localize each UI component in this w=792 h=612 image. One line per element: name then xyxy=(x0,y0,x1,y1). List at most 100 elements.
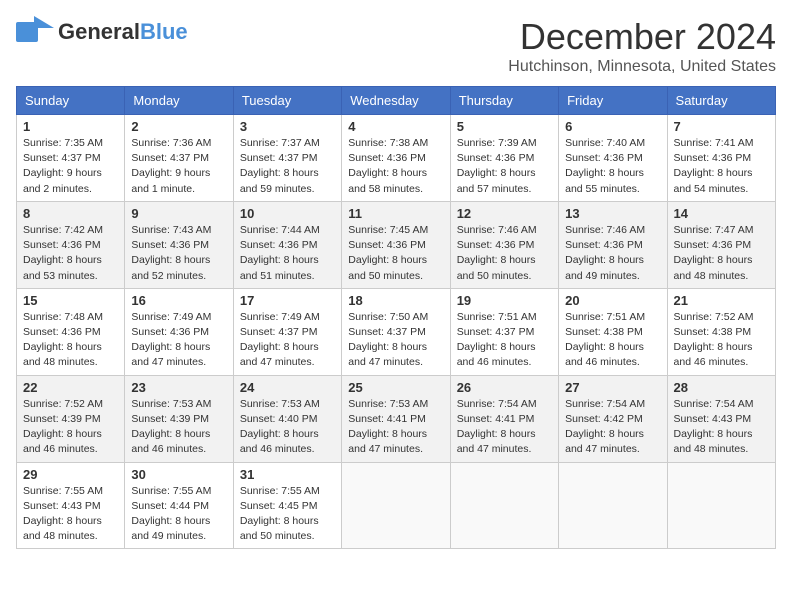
day-number: 15 xyxy=(23,293,118,308)
calendar-cell: 23Sunrise: 7:53 AMSunset: 4:39 PMDayligh… xyxy=(125,375,233,462)
calendar-cell: 14 Sunrise: 7:47 AMSunset: 4:36 PMDayligh… xyxy=(667,201,775,288)
calendar-cell: 5 Sunrise: 7:39 AMSunset: 4:36 PMDaylight… xyxy=(450,115,558,202)
calendar-cell: 10 Sunrise: 7:44 AMSunset: 4:36 PMDayligh… xyxy=(233,201,341,288)
cell-details: Sunrise: 7:54 AMSunset: 4:43 PMDaylight:… xyxy=(674,397,769,458)
calendar-cell xyxy=(342,462,450,549)
day-number: 12 xyxy=(457,206,552,221)
day-number: 16 xyxy=(131,293,226,308)
cell-details: Sunrise: 7:46 AMSunset: 4:36 PMDaylight:… xyxy=(565,223,660,284)
day-header-monday: Monday xyxy=(125,87,233,115)
logo-general: General xyxy=(58,19,140,44)
cell-details: Sunrise: 7:53 AMSunset: 4:40 PMDaylight:… xyxy=(240,397,335,458)
calendar-header-row: SundayMondayTuesdayWednesdayThursdayFrid… xyxy=(17,87,776,115)
calendar-cell: 12 Sunrise: 7:46 AMSunset: 4:36 PMDayligh… xyxy=(450,201,558,288)
cell-details: Sunrise: 7:36 AMSunset: 4:37 PMDaylight:… xyxy=(131,136,226,197)
cell-details: Sunrise: 7:51 AMSunset: 4:37 PMDaylight:… xyxy=(457,310,552,371)
calendar-cell: 6 Sunrise: 7:40 AMSunset: 4:36 PMDaylight… xyxy=(559,115,667,202)
calendar-cell: 29 Sunrise: 7:55 AMSunset: 4:43 PMDayligh… xyxy=(17,462,125,549)
day-header-saturday: Saturday xyxy=(667,87,775,115)
calendar-cell: 17Sunrise: 7:49 AMSunset: 4:37 PMDayligh… xyxy=(233,288,341,375)
day-number: 31 xyxy=(240,467,335,482)
day-number: 28 xyxy=(674,380,769,395)
location-title: Hutchinson, Minnesota, United States xyxy=(508,58,776,76)
day-number: 18 xyxy=(348,293,443,308)
cell-details: Sunrise: 7:53 AMSunset: 4:39 PMDaylight:… xyxy=(131,397,226,458)
day-number: 27 xyxy=(565,380,660,395)
cell-details: Sunrise: 7:44 AMSunset: 4:36 PMDaylight:… xyxy=(240,223,335,284)
cell-details: Sunrise: 7:49 AMSunset: 4:37 PMDaylight:… xyxy=(240,310,335,371)
calendar-cell: 26Sunrise: 7:54 AMSunset: 4:41 PMDayligh… xyxy=(450,375,558,462)
cell-details: Sunrise: 7:47 AMSunset: 4:36 PMDaylight:… xyxy=(674,223,769,284)
title-area: December 2024 Hutchinson, Minnesota, Uni… xyxy=(508,16,776,76)
calendar-week-row: 22Sunrise: 7:52 AMSunset: 4:39 PMDayligh… xyxy=(17,375,776,462)
calendar-cell: 19 Sunrise: 7:51 AMSunset: 4:37 PMDayligh… xyxy=(450,288,558,375)
day-header-thursday: Thursday xyxy=(450,87,558,115)
cell-details: Sunrise: 7:55 AMSunset: 4:44 PMDaylight:… xyxy=(131,484,226,545)
calendar-cell xyxy=(667,462,775,549)
calendar-week-row: 1Sunrise: 7:35 AMSunset: 4:37 PMDaylight… xyxy=(17,115,776,202)
cell-details: Sunrise: 7:52 AMSunset: 4:39 PMDaylight:… xyxy=(23,397,118,458)
calendar-week-row: 15 Sunrise: 7:48 AMSunset: 4:36 PMDayligh… xyxy=(17,288,776,375)
cell-details: Sunrise: 7:39 AMSunset: 4:36 PMDaylight:… xyxy=(457,136,552,197)
day-header-wednesday: Wednesday xyxy=(342,87,450,115)
day-number: 3 xyxy=(240,119,335,134)
cell-details: Sunrise: 7:40 AMSunset: 4:36 PMDaylight:… xyxy=(565,136,660,197)
day-number: 25 xyxy=(348,380,443,395)
day-number: 24 xyxy=(240,380,335,395)
day-number: 6 xyxy=(565,119,660,134)
cell-details: Sunrise: 7:55 AMSunset: 4:43 PMDaylight:… xyxy=(23,484,118,545)
calendar-cell: 2 Sunrise: 7:36 AMSunset: 4:37 PMDaylight… xyxy=(125,115,233,202)
calendar-cell: 15 Sunrise: 7:48 AMSunset: 4:36 PMDayligh… xyxy=(17,288,125,375)
calendar-cell: 31 Sunrise: 7:55 AMSunset: 4:45 PMDayligh… xyxy=(233,462,341,549)
cell-details: Sunrise: 7:48 AMSunset: 4:36 PMDaylight:… xyxy=(23,310,118,371)
calendar-cell: 11Sunrise: 7:45 AMSunset: 4:36 PMDayligh… xyxy=(342,201,450,288)
cell-details: Sunrise: 7:46 AMSunset: 4:36 PMDaylight:… xyxy=(457,223,552,284)
calendar-cell xyxy=(450,462,558,549)
calendar-cell: 30Sunrise: 7:55 AMSunset: 4:44 PMDayligh… xyxy=(125,462,233,549)
day-number: 2 xyxy=(131,119,226,134)
cell-details: Sunrise: 7:55 AMSunset: 4:45 PMDaylight:… xyxy=(240,484,335,545)
logo-icon xyxy=(16,16,54,48)
month-title: December 2024 xyxy=(508,16,776,58)
cell-details: Sunrise: 7:54 AMSunset: 4:42 PMDaylight:… xyxy=(565,397,660,458)
day-number: 13 xyxy=(565,206,660,221)
day-header-tuesday: Tuesday xyxy=(233,87,341,115)
calendar-cell: 20 Sunrise: 7:51 AMSunset: 4:38 PMDayligh… xyxy=(559,288,667,375)
cell-details: Sunrise: 7:50 AMSunset: 4:37 PMDaylight:… xyxy=(348,310,443,371)
logo-blue: Blue xyxy=(140,19,188,44)
day-number: 7 xyxy=(674,119,769,134)
cell-details: Sunrise: 7:53 AMSunset: 4:41 PMDaylight:… xyxy=(348,397,443,458)
day-header-sunday: Sunday xyxy=(17,87,125,115)
cell-details: Sunrise: 7:51 AMSunset: 4:38 PMDaylight:… xyxy=(565,310,660,371)
day-number: 29 xyxy=(23,467,118,482)
day-header-friday: Friday xyxy=(559,87,667,115)
calendar-cell: 28 Sunrise: 7:54 AMSunset: 4:43 PMDayligh… xyxy=(667,375,775,462)
calendar-cell: 13 Sunrise: 7:46 AMSunset: 4:36 PMDayligh… xyxy=(559,201,667,288)
calendar-cell: 22Sunrise: 7:52 AMSunset: 4:39 PMDayligh… xyxy=(17,375,125,462)
calendar-cell: 25 Sunrise: 7:53 AMSunset: 4:41 PMDayligh… xyxy=(342,375,450,462)
calendar-week-row: 29 Sunrise: 7:55 AMSunset: 4:43 PMDayligh… xyxy=(17,462,776,549)
day-number: 10 xyxy=(240,206,335,221)
day-number: 20 xyxy=(565,293,660,308)
day-number: 14 xyxy=(674,206,769,221)
day-number: 8 xyxy=(23,206,118,221)
day-number: 5 xyxy=(457,119,552,134)
calendar-cell: 18 Sunrise: 7:50 AMSunset: 4:37 PMDayligh… xyxy=(342,288,450,375)
calendar-cell: 8Sunrise: 7:42 AMSunset: 4:36 PMDaylight… xyxy=(17,201,125,288)
cell-details: Sunrise: 7:41 AMSunset: 4:36 PMDaylight:… xyxy=(674,136,769,197)
cell-details: Sunrise: 7:45 AMSunset: 4:36 PMDaylight:… xyxy=(348,223,443,284)
day-number: 21 xyxy=(674,293,769,308)
calendar-cell: 21Sunrise: 7:52 AMSunset: 4:38 PMDayligh… xyxy=(667,288,775,375)
calendar-cell xyxy=(559,462,667,549)
calendar-cell: 27 Sunrise: 7:54 AMSunset: 4:42 PMDayligh… xyxy=(559,375,667,462)
day-number: 1 xyxy=(23,119,118,134)
page-header: GeneralBlue December 2024 Hutchinson, Mi… xyxy=(16,16,776,76)
cell-details: Sunrise: 7:38 AMSunset: 4:36 PMDaylight:… xyxy=(348,136,443,197)
cell-details: Sunrise: 7:54 AMSunset: 4:41 PMDaylight:… xyxy=(457,397,552,458)
day-number: 19 xyxy=(457,293,552,308)
calendar-body: 1Sunrise: 7:35 AMSunset: 4:37 PMDaylight… xyxy=(17,115,776,549)
calendar-cell: 4Sunrise: 7:38 AMSunset: 4:36 PMDaylight… xyxy=(342,115,450,202)
calendar-week-row: 8Sunrise: 7:42 AMSunset: 4:36 PMDaylight… xyxy=(17,201,776,288)
logo: GeneralBlue xyxy=(16,16,188,48)
cell-details: Sunrise: 7:37 AMSunset: 4:37 PMDaylight:… xyxy=(240,136,335,197)
